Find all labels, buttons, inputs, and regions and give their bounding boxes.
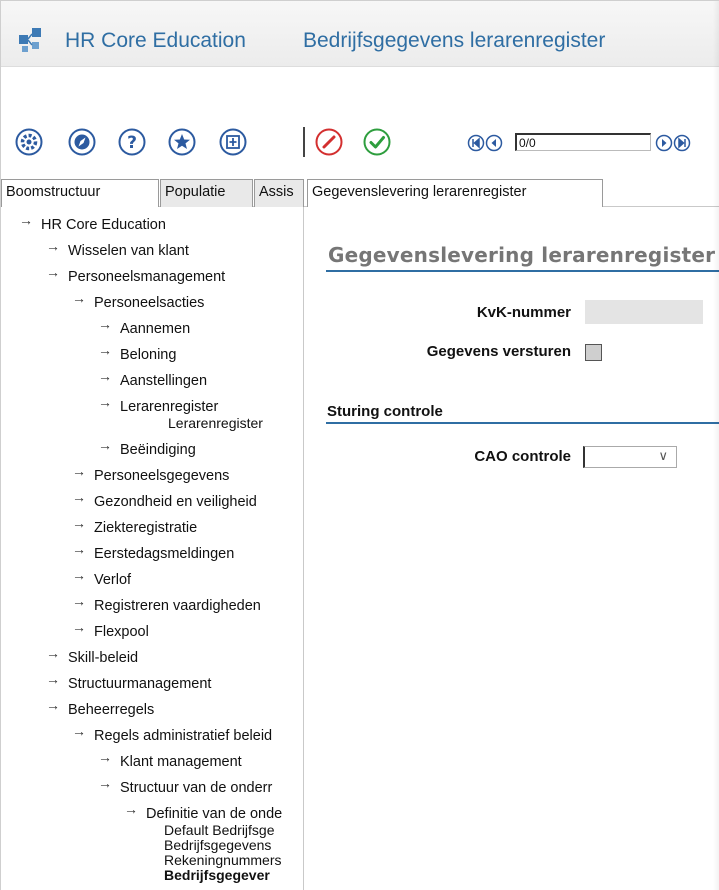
tree-item[interactable]: → Structuurmanagement [46,671,211,692]
kvk-input[interactable] [585,300,703,324]
tree-item[interactable]: → HR Core Education [19,212,166,233]
arrow-right-icon: → [98,749,112,765]
section-divider [326,270,719,272]
record-counter-input[interactable] [515,133,651,151]
tab-populatie[interactable]: Populatie [160,179,253,207]
arrow-right-icon: → [46,645,60,661]
tree-panel: → HR Core Education → Wisselen van klant →… [1,207,304,890]
arrow-right-icon: → [72,515,86,531]
tree-leaf-link[interactable]: Bedrijfsgegevens [164,838,271,853]
arrow-right-icon: → [72,489,86,505]
tree-item[interactable]: → Beloning [98,342,176,363]
send-data-label: Gegevens versturen [426,343,571,360]
app-logo-icon [19,28,41,52]
favorite-star-icon[interactable] [168,128,196,156]
tree-item[interactable]: → Klant management [98,749,242,770]
send-data-checkbox[interactable] [585,344,602,361]
tree-item[interactable]: → Eerstedagsmeldingen [72,541,234,562]
tree-item[interactable]: → Ziekteregistratie [72,515,197,536]
tree-leaf-link[interactable]: Default Bedrijfsge [164,823,275,838]
tree-item[interactable]: → Personeelsgegevens [72,463,229,484]
tree-leaf-link[interactable]: Rekeningnummers [164,853,282,868]
kvk-label: KvK-nummer [476,304,571,321]
tab-assistent[interactable]: Assis [254,179,304,207]
arrow-right-icon: → [124,801,138,817]
tree-item[interactable]: → Verlof [72,567,131,588]
arrow-right-icon: → [72,723,86,739]
export-icon[interactable] [219,128,247,156]
app-title: HR Core Education [65,29,246,52]
previous-record-icon[interactable] [485,134,503,152]
tree-leaf-link[interactable]: Lerarenregister [168,416,263,431]
tree-item[interactable]: → Definitie van de onde [124,801,282,822]
arrow-right-icon: → [98,437,112,453]
arrow-right-icon: → [46,697,60,713]
cao-label: CAO controle [474,448,571,465]
confirm-check-icon[interactable] [363,128,391,156]
chevron-down-icon: ∨ [658,448,668,463]
arrow-right-icon: → [98,316,112,332]
arrow-right-icon: → [72,463,86,479]
control-section-title: Sturing controle [327,403,443,420]
cao-select[interactable]: ∨ [583,446,677,468]
svg-text:?: ? [127,133,137,153]
last-record-icon[interactable] [673,134,691,152]
tree-item[interactable]: → Gezondheid en veiligheid [72,489,257,510]
help-icon[interactable]: ? [118,128,146,156]
arrow-right-icon: → [98,342,112,358]
tree-item[interactable]: → Aannemen [98,316,190,337]
control-section-divider [326,422,719,424]
tree-item[interactable]: → Beheerregels [46,697,154,718]
app-window: HR Core Education Bedrijfsgegevens lerar… [0,0,719,890]
app-header: HR Core Education Bedrijfsgegevens lerar… [1,1,719,67]
page-title: Bedrijfsgegevens lerarenregister [303,29,606,52]
tree-item[interactable]: → Structuur van de onderr [98,775,272,796]
tree-item[interactable]: → Aanstellingen [98,368,207,389]
tree-item[interactable]: → Registreren vaardigheden [72,593,261,614]
arrow-right-icon: → [72,593,86,609]
nav-next-last-icons [655,134,691,152]
tree-item[interactable]: → Wisselen van klant [46,238,189,259]
arrow-right-icon: → [72,290,86,306]
toolbar-separator [303,127,305,157]
tree-item[interactable]: → Beëindiging [98,437,196,458]
arrow-right-icon: → [72,567,86,583]
tree-item[interactable]: → Regels administratief beleid [72,723,272,744]
arrow-right-icon: → [98,775,112,791]
tree-item[interactable]: → Flexpool [72,619,149,640]
edit-pencil-icon[interactable] [315,128,343,156]
compass-icon[interactable] [68,128,96,156]
tree-item[interactable]: → Personeelsmanagement [46,264,225,285]
tab-boomstructuur[interactable]: Boomstructuur [1,179,159,208]
content-panel: Gegevenslevering lerarenregister KvK-num… [305,207,719,890]
tree-leaf-link-selected[interactable]: Bedrijfsgegever [164,868,270,883]
arrow-right-icon: → [19,212,33,228]
toolbar: ? [1,119,719,167]
arrow-right-icon: → [46,238,60,254]
tree-item[interactable]: → Personeelsacties [72,290,204,311]
tab-gegevenslevering[interactable]: Gegevenslevering lerarenregister [307,179,603,208]
arrow-right-icon: → [98,368,112,384]
settings-icon[interactable] [15,128,43,156]
tree-item[interactable]: → Lerarenregister [98,394,218,415]
section-title: Gegevenslevering lerarenregister [328,243,716,267]
arrow-right-icon: → [72,619,86,635]
arrow-right-icon: → [72,541,86,557]
tree-item[interactable]: → Skill-beleid [46,645,138,666]
next-record-icon[interactable] [655,134,673,152]
arrow-right-icon: → [98,394,112,410]
arrow-right-icon: → [46,264,60,280]
tabs-row: Boomstructuur Populatie Assis Gegevensle… [1,179,719,208]
nav-first-prev-icons [467,134,503,152]
first-record-icon[interactable] [467,134,485,152]
window-edge [713,1,719,890]
arrow-right-icon: → [46,671,60,687]
